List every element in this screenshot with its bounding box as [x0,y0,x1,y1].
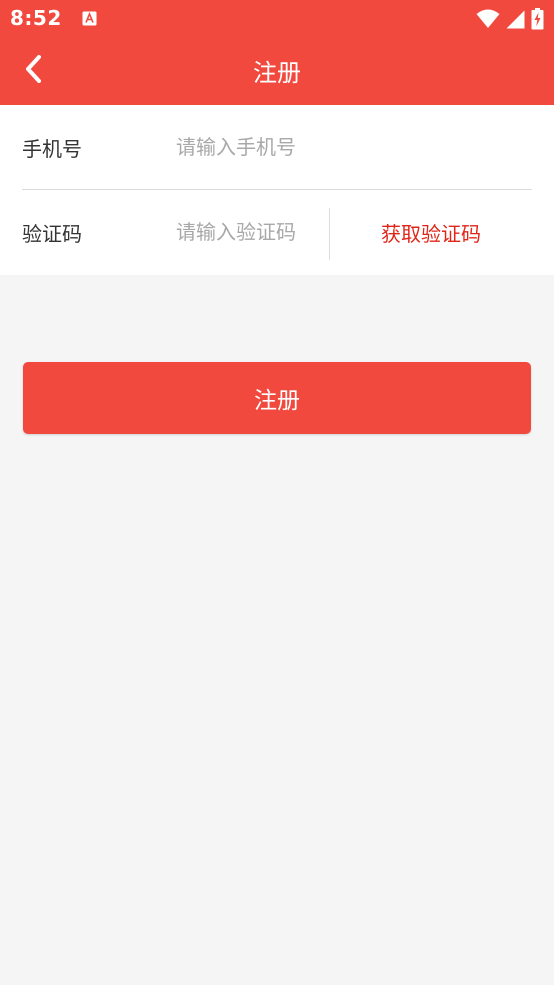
page-title: 注册 [253,59,301,87]
status-bar: 8:52 [0,0,554,36]
code-row: 验证码 获取验证码 [22,190,532,274]
register-form: 手机号 验证码 获取验证码 [0,105,554,275]
phone-label: 手机号 [22,136,82,161]
notification-a-icon [82,11,97,26]
register-button[interactable]: 注册 [23,362,531,434]
battery-charging-icon [531,8,544,34]
app-header: 注册 [0,36,554,105]
code-label: 验证码 [22,221,82,246]
get-code-button[interactable]: 获取验证码 [330,190,532,274]
signal-icon [506,10,525,33]
chevron-left-icon [24,54,42,87]
phone-input[interactable] [176,135,506,159]
wifi-icon [476,9,500,33]
back-button[interactable] [18,51,48,91]
status-time: 8:52 [10,6,62,30]
phone-row: 手机号 [22,105,532,190]
status-icons [476,8,544,34]
verification-code-input[interactable] [176,220,296,244]
